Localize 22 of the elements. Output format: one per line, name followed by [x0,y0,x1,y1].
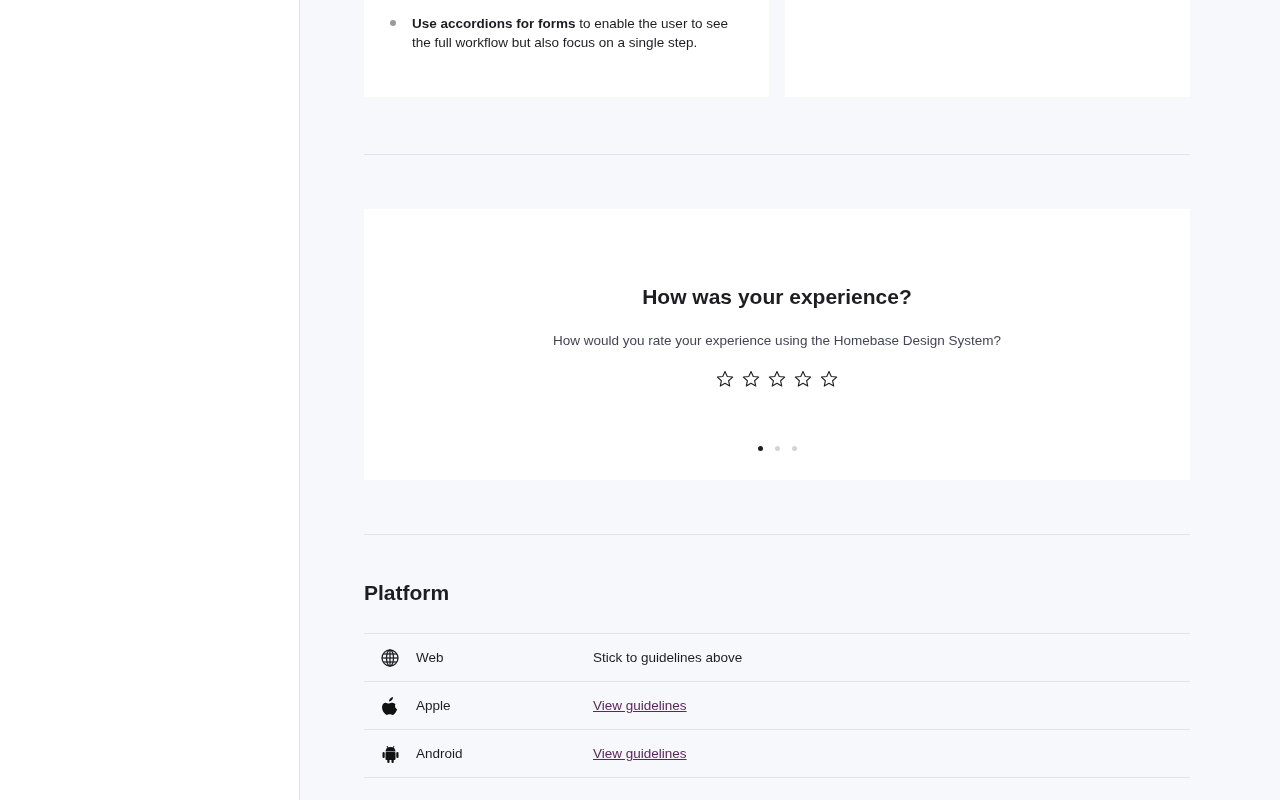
star-icon[interactable] [794,370,812,388]
star-icon[interactable] [820,370,838,388]
android-icon [381,744,399,763]
survey-title: How was your experience? [642,285,912,309]
survey-question: How would you rate your experience using the Homebase Design System? [553,333,1001,348]
bullet-icon [390,20,396,26]
carousel-dot[interactable] [774,446,780,451]
platform-name: Apple [416,698,452,713]
carousel-dot[interactable] [757,446,763,451]
star-icon[interactable] [742,370,760,388]
apple-icon [382,696,398,715]
star-icon[interactable] [716,370,734,388]
star-icon[interactable] [768,370,786,388]
carousel-dot[interactable] [791,446,797,451]
guidelines-link[interactable]: View guidelines [593,698,687,713]
platform-name: Android [416,746,464,761]
platform-note: Stick to guidelines above [593,650,743,665]
globe-icon [381,648,399,667]
section-heading: Platform [364,581,451,605]
bullet-text: Use accordions for forms to enable the user to see the full workflow but also focus on a single step. [412,15,729,52]
platform-name: Web [416,650,445,665]
guidelines-link[interactable]: View guidelines [593,746,687,761]
